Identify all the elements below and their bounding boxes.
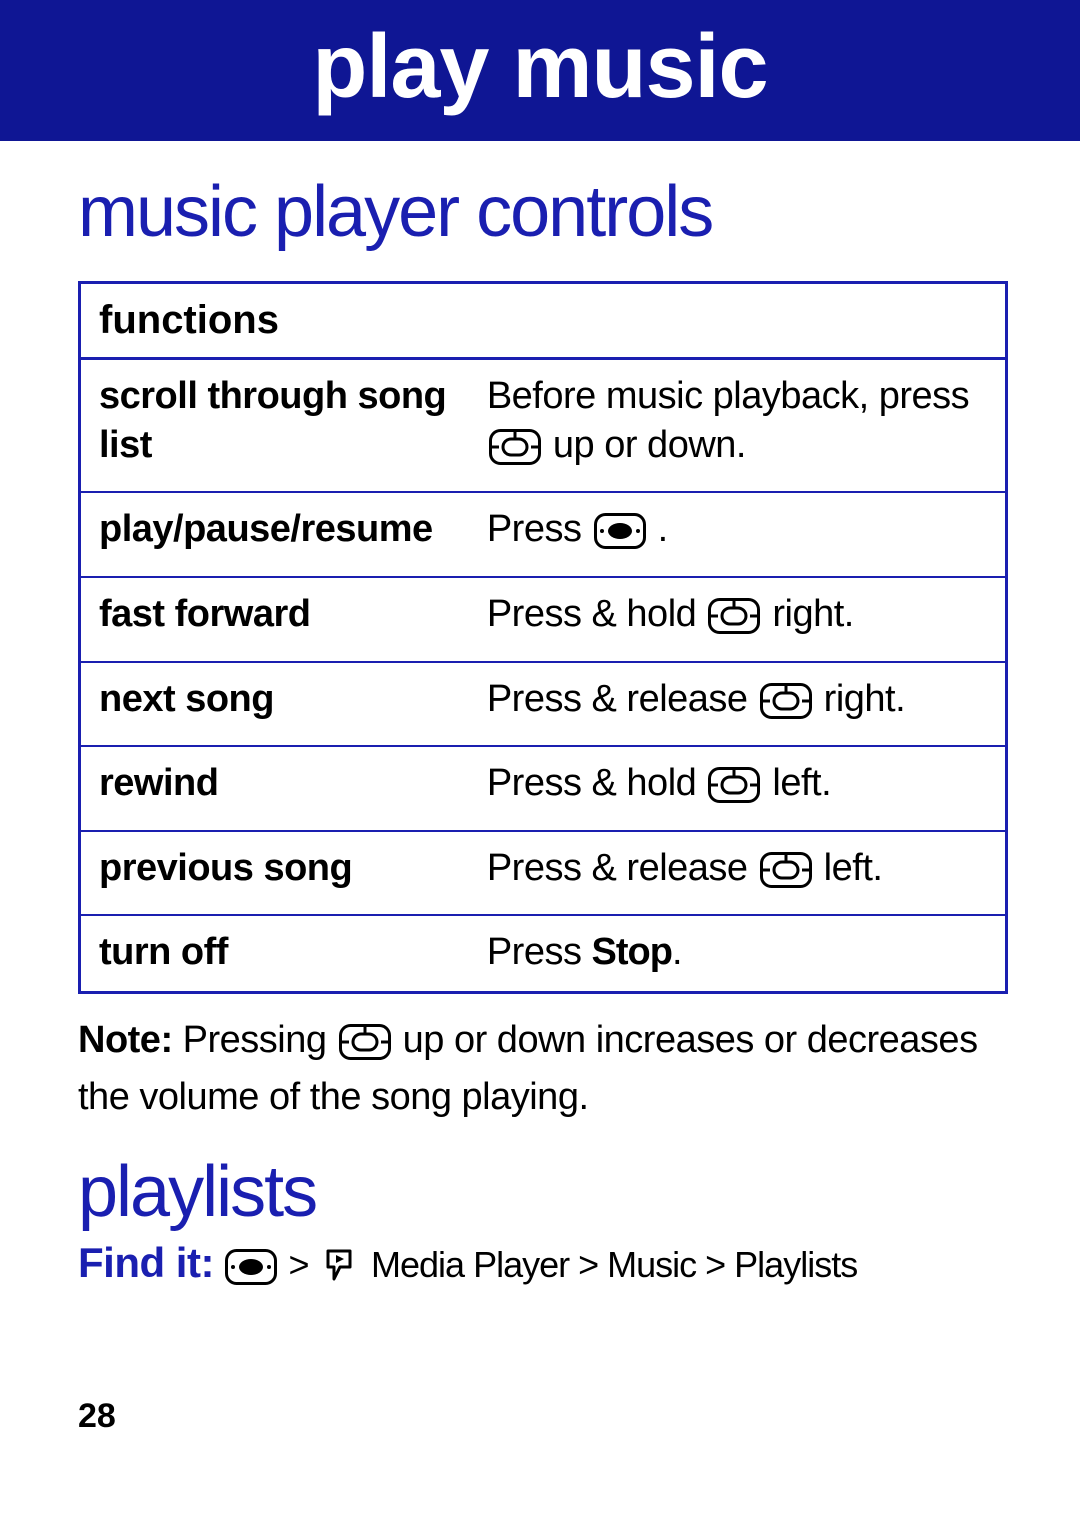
function-name: fast forward — [80, 577, 469, 662]
page-header: play music — [0, 0, 1080, 141]
function-desc: Press & hold left. — [469, 746, 1007, 831]
nav-key-icon — [708, 767, 760, 816]
table-header: functions — [80, 283, 1007, 359]
find-it-label: Find it: — [78, 1239, 214, 1286]
section-heading-controls: music player controls — [78, 171, 1008, 253]
table-row: rewind Press & hold left. — [80, 746, 1007, 831]
table-row: previous song Press & release left. — [80, 831, 1007, 916]
note-paragraph: Note: Pressing up or down increases or d… — [78, 1016, 1008, 1121]
desc-text: left. — [814, 847, 883, 889]
function-desc: Before music playback, press up or down. — [469, 359, 1007, 493]
find-it-line: Find it: > Media Player > Music > Playli… — [78, 1239, 1008, 1294]
nav-key-icon — [708, 598, 760, 647]
desc-text: Press — [487, 931, 592, 973]
desc-text: Press & release — [487, 678, 758, 720]
center-key-icon — [225, 1249, 277, 1294]
page-content: music player controls functions scroll t… — [0, 171, 1080, 1294]
nav-key-icon — [339, 1024, 391, 1073]
desc-text: Press & hold — [487, 762, 707, 804]
breadcrumb-path: Media Player > Music > Playlists — [371, 1244, 857, 1285]
nav-key-icon — [760, 852, 812, 901]
function-name: play/pause/resume — [80, 492, 469, 577]
nav-key-icon — [489, 429, 541, 478]
desc-text: Press — [487, 508, 592, 550]
function-name: next song — [80, 662, 469, 747]
media-player-icon — [320, 1245, 360, 1294]
function-desc: Press Stop. — [469, 915, 1007, 992]
nav-key-icon — [760, 683, 812, 732]
desc-text: right. — [814, 678, 906, 720]
stop-label: Stop — [592, 931, 672, 973]
table-row: play/pause/resume Press . — [80, 492, 1007, 577]
note-text: Pressing — [173, 1019, 337, 1061]
desc-text: up or down. — [543, 424, 746, 466]
function-desc: Press . — [469, 492, 1007, 577]
function-name: previous song — [80, 831, 469, 916]
desc-text: right. — [762, 593, 854, 635]
function-name: turn off — [80, 915, 469, 992]
desc-text: . — [648, 508, 668, 550]
function-desc: Press & release right. — [469, 662, 1007, 747]
desc-text: Before music playback, press — [487, 375, 969, 417]
functions-table: functions scroll through song list Befor… — [78, 281, 1008, 994]
function-desc: Press & release left. — [469, 831, 1007, 916]
page-title: play music — [0, 16, 1080, 119]
table-row: scroll through song list Before music pl… — [80, 359, 1007, 493]
table-row: next song Press & release right. — [80, 662, 1007, 747]
function-name: rewind — [80, 746, 469, 831]
note-label: Note: — [78, 1019, 173, 1061]
table-row: turn off Press Stop. — [80, 915, 1007, 992]
page-number: 28 — [78, 1397, 116, 1436]
desc-text: Press & hold — [487, 593, 707, 635]
desc-text: Press & release — [487, 847, 758, 889]
function-desc: Press & hold right. — [469, 577, 1007, 662]
center-key-icon — [594, 513, 646, 562]
section-heading-playlists: playlists — [78, 1151, 1008, 1233]
table-row: fast forward Press & hold right. — [80, 577, 1007, 662]
breadcrumb-sep: > — [279, 1244, 317, 1285]
desc-text: . — [672, 931, 682, 973]
function-name: scroll through song list — [80, 359, 469, 493]
desc-text: left. — [762, 762, 831, 804]
